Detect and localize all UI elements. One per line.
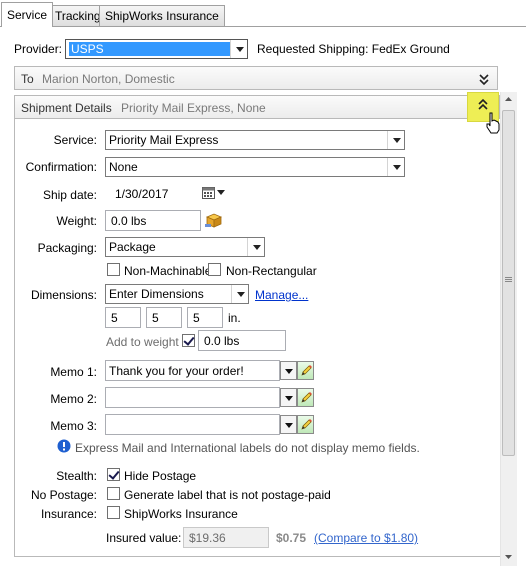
memo1-value: Thank you for your order!	[109, 364, 244, 378]
weight-label: Weight:	[56, 214, 97, 228]
tab-label: Tracking	[55, 9, 101, 23]
memo1-dropdown-button[interactable]	[280, 361, 297, 380]
memo1-label: Memo 1:	[50, 365, 97, 379]
confirmation-select[interactable]: None	[105, 157, 405, 177]
chevron-down-icon[interactable]	[387, 131, 404, 149]
service-label: Service:	[53, 133, 97, 147]
memo1-edit-button[interactable]	[297, 361, 314, 380]
shipworks-insurance-label: ShipWorks Insurance	[124, 507, 238, 521]
memo3-edit-button[interactable]	[297, 415, 314, 434]
weight-input[interactable]: 0.0 lbs	[105, 210, 201, 231]
provider-value: USPS	[69, 42, 241, 56]
insurance-label: Insurance:	[40, 507, 97, 521]
insured-value-value: $19.36	[189, 531, 226, 545]
dimensions-label: Dimensions:	[30, 288, 97, 302]
date-dropdown-icon[interactable]	[217, 190, 225, 196]
memo3-dropdown-button[interactable]	[280, 415, 297, 434]
no-postage-label: No Postage:	[30, 488, 97, 502]
hide-postage-checkbox[interactable]	[107, 468, 120, 481]
shipment-details-subtitle: Priority Mail Express, None	[121, 101, 266, 115]
no-postage-option-label: Generate label that is not postage-paid	[124, 488, 331, 502]
weight-value: 0.0 lbs	[111, 214, 147, 228]
packaging-select[interactable]: Package	[105, 237, 265, 257]
dimension-unit: in.	[228, 311, 241, 325]
packaging-value: Package	[109, 240, 156, 254]
confirmation-value: None	[109, 160, 138, 174]
chevron-down-icon[interactable]	[231, 285, 248, 303]
memo2-input[interactable]	[105, 387, 280, 408]
pencil-icon	[301, 419, 312, 430]
insured-value-label: Insured value:	[106, 531, 182, 545]
no-postage-checkbox[interactable]	[107, 487, 120, 500]
info-icon	[57, 439, 71, 453]
length-input[interactable]: 5	[105, 307, 141, 328]
height-value: 5	[193, 311, 200, 325]
shipment-details-header[interactable]: Shipment Details Priority Mail Express, …	[14, 95, 500, 119]
chevron-down-icon[interactable]	[247, 238, 264, 256]
compare-insurance-link[interactable]: (Compare to $1.80)	[314, 531, 418, 545]
service-value: Priority Mail Express	[109, 133, 219, 147]
add-to-weight-input[interactable]: 0.0 lbs	[198, 330, 286, 351]
memo3-label: Memo 3:	[50, 419, 97, 433]
non-rectangular-checkbox[interactable]	[208, 263, 221, 276]
to-section-header[interactable]: To Marion Norton, Domestic	[14, 66, 498, 90]
ship-date-label: Ship date:	[42, 188, 97, 202]
calendar-icon[interactable]	[202, 186, 216, 199]
confirmation-label: Confirmation:	[25, 160, 97, 174]
width-value: 5	[152, 311, 159, 325]
to-title: To	[21, 72, 34, 86]
non-rectangular-label: Non-Rectangular	[226, 264, 317, 278]
height-input[interactable]: 5	[187, 307, 223, 328]
chevron-down-icon[interactable]	[387, 158, 404, 176]
tab-strip-line	[0, 26, 526, 27]
scale-icon[interactable]	[205, 212, 222, 228]
tab-shipworks-insurance[interactable]: ShipWorks Insurance	[99, 5, 225, 26]
insured-value-input[interactable]: $19.36	[183, 527, 269, 548]
memo2-edit-button[interactable]	[297, 388, 314, 407]
collapse-chevron-icon[interactable]	[476, 98, 490, 112]
width-input[interactable]: 5	[146, 307, 182, 328]
ship-date-value: 1/30/2017	[115, 187, 169, 201]
service-select[interactable]: Priority Mail Express	[105, 130, 405, 150]
memo2-dropdown-button[interactable]	[280, 388, 297, 407]
manage-dimensions-link[interactable]: Manage...	[255, 288, 308, 302]
memo3-input[interactable]	[105, 414, 280, 435]
add-to-weight-value: 0.0 lbs	[204, 334, 240, 348]
provider-label: Provider:	[14, 42, 63, 56]
insurance-cost: $0.75	[276, 531, 307, 545]
shipworks-insurance-checkbox[interactable]	[107, 506, 120, 519]
pencil-icon	[301, 392, 312, 403]
expand-chevron-icon[interactable]	[477, 72, 491, 86]
tab-label: ShipWorks Insurance	[105, 9, 219, 23]
tab-label: Service	[7, 8, 48, 22]
memo2-label: Memo 2:	[50, 392, 97, 406]
memo-notice-text: Express Mail and International labels do…	[75, 441, 420, 455]
non-machinable-label: Non-Machinable	[124, 264, 212, 278]
shipment-details-title: Shipment Details	[21, 101, 112, 115]
provider-select[interactable]: USPS	[65, 39, 248, 59]
dimensions-value: Enter Dimensions	[109, 287, 204, 301]
scroll-up-icon[interactable]	[504, 95, 513, 104]
dimensions-select[interactable]: Enter Dimensions	[105, 284, 249, 304]
to-subtitle: Marion Norton, Domestic	[42, 72, 175, 86]
add-to-weight-checkbox[interactable]	[182, 334, 195, 347]
requested-shipping-text: Requested Shipping: FedEx Ground	[257, 42, 450, 56]
length-value: 5	[111, 311, 118, 325]
memo1-input[interactable]: Thank you for your order!	[105, 360, 280, 381]
tab-service[interactable]: Service	[1, 2, 54, 27]
scrollbar-thumb[interactable]	[502, 110, 515, 456]
hide-postage-label: Hide Postage	[124, 469, 197, 483]
packaging-label: Packaging:	[37, 241, 97, 255]
pencil-icon	[301, 365, 312, 376]
add-to-weight-label: Add to weight	[106, 335, 179, 349]
stealth-label: Stealth:	[56, 469, 97, 483]
chevron-down-icon[interactable]	[230, 40, 247, 58]
tab-tracking[interactable]: Tracking	[49, 5, 107, 26]
non-machinable-checkbox[interactable]	[107, 263, 120, 276]
scroll-grip-icon	[505, 277, 512, 278]
scroll-down-icon[interactable]	[504, 553, 513, 562]
